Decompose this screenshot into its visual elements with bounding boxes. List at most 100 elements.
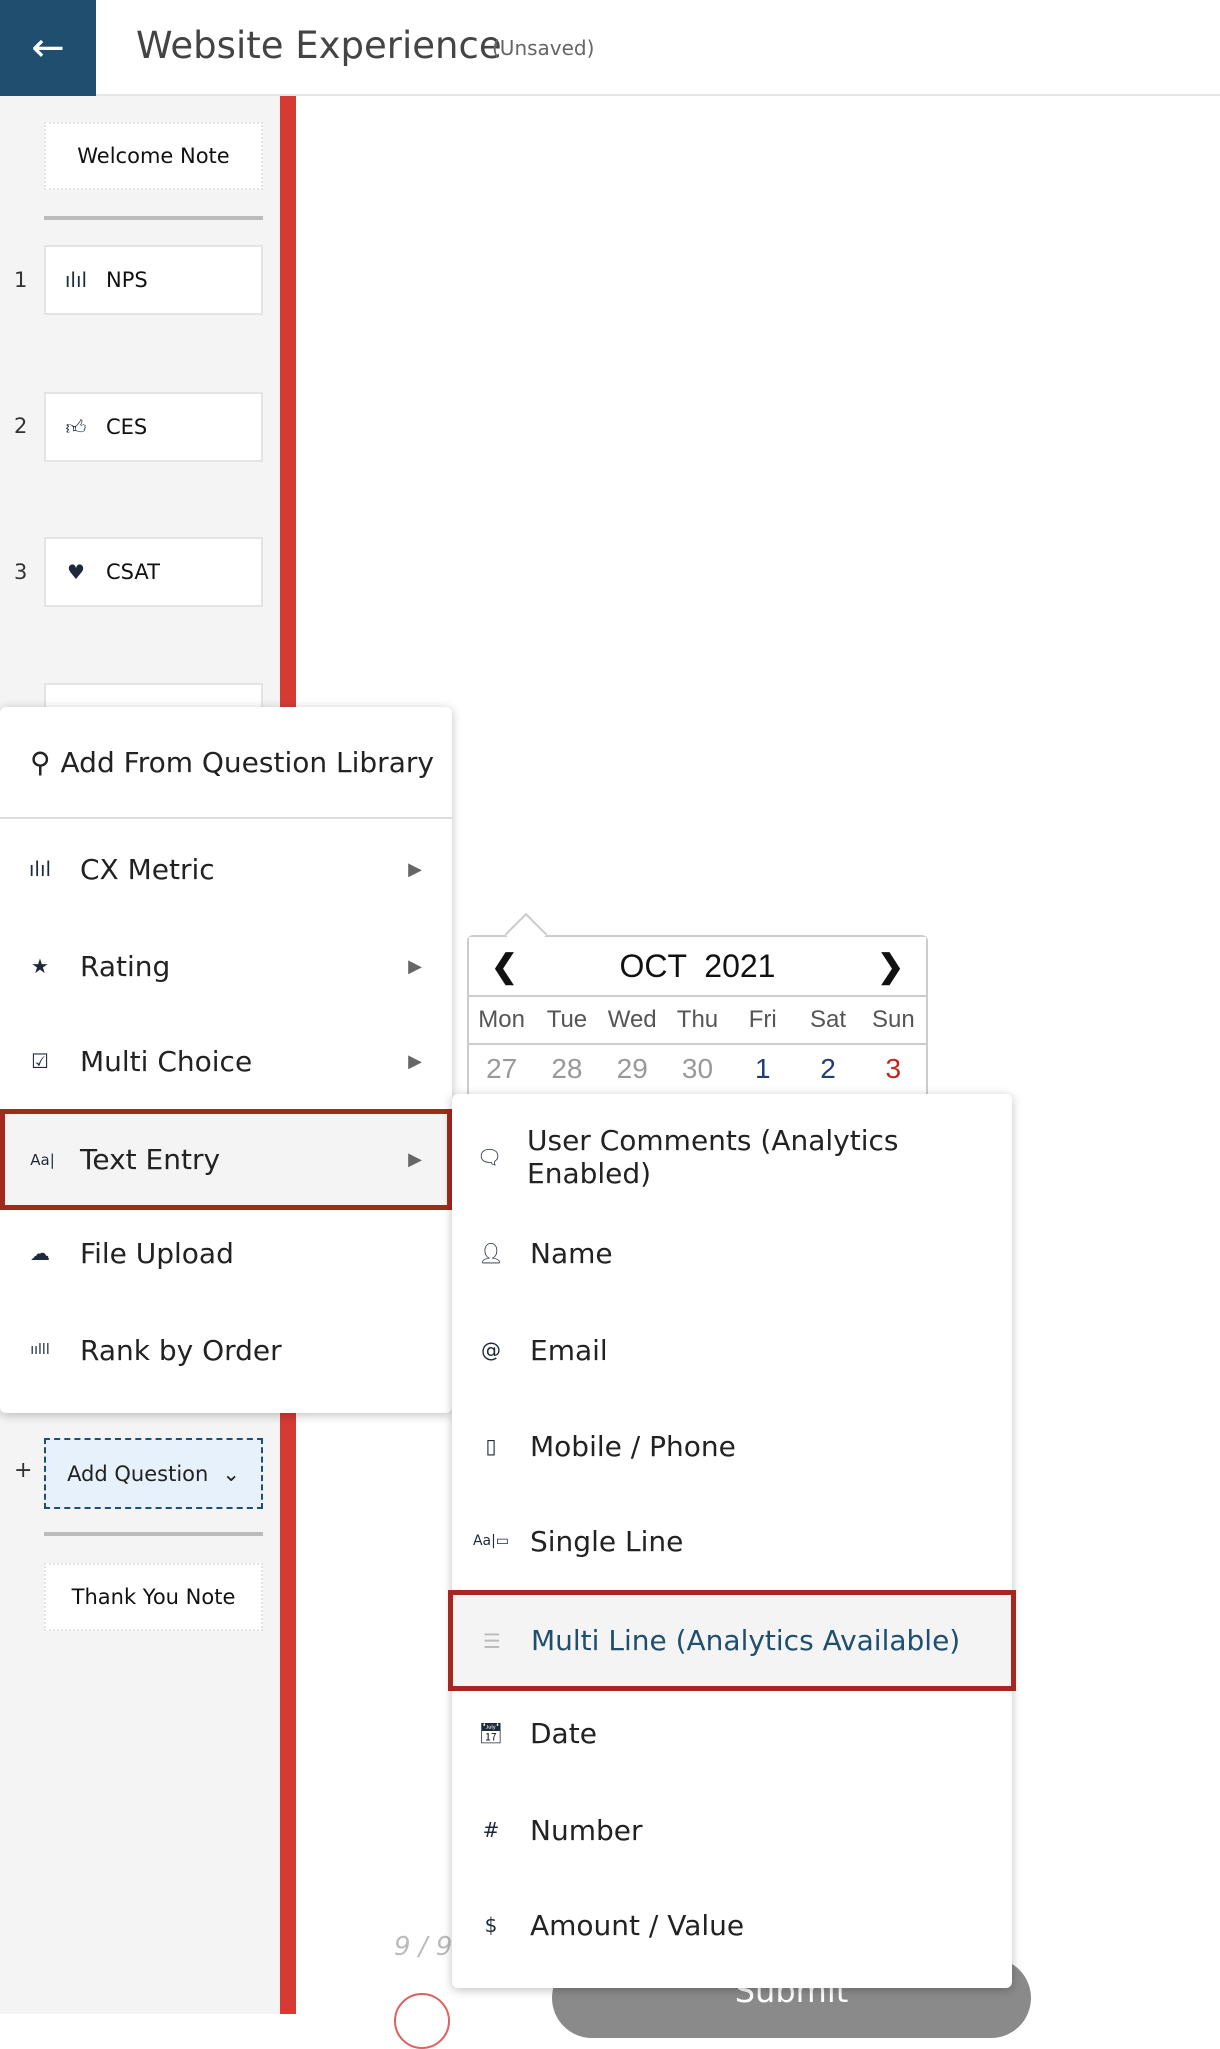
arrow-left-icon: ←	[31, 25, 65, 71]
welcome-note-label: Welcome Note	[77, 144, 230, 168]
weekday: Mon	[478, 1006, 525, 1033]
question-label: CSAT	[106, 560, 160, 584]
calendar-date[interactable]: 1	[730, 1053, 795, 1085]
question-number: 1	[14, 268, 28, 292]
calendar-date[interactable]: 27	[469, 1053, 534, 1085]
user-icon: 👤︎	[478, 1241, 504, 1265]
calendar-icon: 📅︎	[478, 1721, 504, 1745]
question-label: CES	[106, 415, 148, 439]
menu-label: File Upload	[80, 1236, 234, 1270]
chevron-left-icon[interactable]: ❮	[491, 947, 518, 985]
caret-right-icon: ▶	[408, 858, 422, 880]
library-label: Add From Question Library	[60, 745, 434, 779]
calendar-month: OCT 2021	[619, 947, 776, 984]
menu-label: CX Metric	[80, 852, 215, 886]
at-icon: @	[481, 1338, 501, 1362]
bars-icon: ıılll	[30, 1342, 50, 1358]
calendar-date[interactable]: 2	[795, 1053, 860, 1085]
text-entry-submenu: 🗨︎ User Comments (Analytics Enabled) 👤︎ Na…	[448, 1094, 1016, 1988]
thank-you-note[interactable]: Thank You Note	[44, 1563, 263, 1631]
submenu-item-multi-line[interactable]: ☰ Multi Line (Analytics Available)	[448, 1590, 1016, 1691]
weekday: Sun	[871, 1006, 915, 1033]
nps-meter-icon: ılıl	[28, 857, 52, 881]
comment-icon: 🗨︎	[476, 1145, 503, 1169]
menu-item-cx-metric[interactable]: ılıl CX Metric ▶	[0, 821, 452, 917]
submenu-item-mobile-phone[interactable]: ▯ Mobile / Phone	[452, 1398, 1012, 1494]
submenu-item-amount-value[interactable]: $ Amount / Value	[452, 1877, 1012, 1973]
question-nps[interactable]: ılıl NPS	[44, 245, 263, 315]
question-number: 2	[14, 414, 28, 438]
phone-icon: ▯	[485, 1434, 497, 1458]
heart-icon: ♥	[67, 560, 85, 584]
menu-label: Rating	[80, 949, 171, 983]
submenu-label: Multi Line (Analytics Available)	[531, 1624, 961, 1657]
page-title: Website Experience	[136, 24, 502, 67]
nps-meter-icon: ılıl	[64, 268, 88, 292]
add-question-menu: ⚲ Add From Question Library ılıl CX Metric…	[0, 707, 452, 1413]
divider	[44, 1532, 263, 1536]
divider	[44, 216, 263, 220]
submenu-item-name[interactable]: 👤︎ Name	[452, 1205, 1012, 1301]
progress-circle	[394, 1993, 450, 2049]
submenu-label: User Comments (Analytics Enabled)	[527, 1124, 899, 1190]
menu-item-rating[interactable]: ★ Rating ▶	[0, 918, 452, 1014]
welcome-note[interactable]: Welcome Note	[44, 122, 263, 190]
thumbs-up-icon: 👍︎	[65, 414, 87, 439]
caret-right-icon: ▶	[408, 1050, 422, 1072]
calendar-date[interactable]: 3	[861, 1053, 926, 1085]
menu-label: Rank by Order	[80, 1333, 282, 1367]
question-label: NPS	[106, 268, 148, 292]
add-question-button[interactable]: Add Question ⌄	[44, 1438, 263, 1509]
date-picker: ❮ OCT 2021 ❯ Mon Tue Wed Thu Fri Sat Sun…	[467, 912, 928, 1105]
question-number: 3	[14, 560, 28, 584]
dollar-icon: $	[484, 1913, 498, 1937]
submenu-item-email[interactable]: @ Email	[452, 1302, 1012, 1398]
caret-right-icon: ▶	[408, 955, 422, 977]
menu-label: Multi Choice	[80, 1044, 253, 1078]
menu-label: Text Entry	[80, 1143, 221, 1176]
menu-item-rank-by-order[interactable]: ıılll Rank by Order	[0, 1302, 452, 1398]
page-counter: 9 / 9	[394, 1932, 453, 1962]
star-icon: ★	[31, 954, 49, 978]
submenu-label: Email	[530, 1333, 608, 1367]
search-icon: ⚲	[30, 745, 51, 779]
weekday: Wed	[607, 1006, 657, 1033]
submenu-item-date[interactable]: 📅︎ Date	[452, 1685, 1012, 1781]
menu-item-file-upload[interactable]: ☁ File Upload	[0, 1205, 452, 1301]
menu-item-multi-choice[interactable]: ☑ Multi Choice ▶	[0, 1013, 452, 1109]
submenu-item-number[interactable]: # Number	[452, 1782, 1012, 1878]
hash-icon: #	[482, 1818, 500, 1842]
plus-icon: +	[14, 1458, 33, 1483]
chevron-right-icon[interactable]: ❯	[877, 947, 904, 985]
calendar-date[interactable]: 30	[665, 1053, 730, 1085]
unsaved-status: (Unsaved)	[492, 36, 595, 60]
single-line-icon: Aa|▭	[472, 1533, 510, 1549]
weekday: Sat	[810, 1006, 847, 1033]
multi-line-icon: ☰	[483, 1628, 501, 1653]
submenu-label: Number	[530, 1813, 643, 1847]
question-csat[interactable]: ♥ CSAT	[44, 537, 263, 607]
weekday: Tue	[546, 1006, 588, 1033]
back-button[interactable]: ←	[0, 0, 96, 96]
weekday: Fri	[748, 1006, 777, 1033]
calendar-date[interactable]: 28	[534, 1053, 599, 1085]
calendar-date[interactable]: 29	[600, 1053, 665, 1085]
menu-item-text-entry[interactable]: Aa| Text Entry ▶	[0, 1109, 452, 1210]
submenu-item-single-line[interactable]: Aa|▭ Single Line	[452, 1493, 1012, 1589]
submenu-label: Amount / Value	[530, 1908, 745, 1942]
question-ces[interactable]: 👍︎ CES	[44, 392, 263, 462]
checkbox-icon: ☑	[31, 1049, 49, 1073]
add-from-library[interactable]: ⚲ Add From Question Library	[0, 707, 452, 819]
submenu-label: Name	[530, 1236, 613, 1270]
submenu-label: Date	[530, 1716, 597, 1750]
chevron-down-icon: ⌄	[222, 1461, 240, 1486]
submenu-label: Mobile / Phone	[530, 1429, 736, 1463]
weekday: Thu	[676, 1006, 719, 1033]
caret-right-icon: ▶	[408, 1149, 422, 1170]
thank-you-label: Thank You Note	[71, 1585, 236, 1609]
submenu-label: Single Line	[530, 1524, 684, 1558]
add-question-label: Add Question	[67, 1461, 209, 1486]
submenu-item-user-comments[interactable]: 🗨︎ User Comments (Analytics Enabled)	[452, 1109, 1012, 1205]
cloud-upload-icon: ☁	[30, 1241, 50, 1265]
text-icon: Aa|	[30, 1150, 55, 1169]
